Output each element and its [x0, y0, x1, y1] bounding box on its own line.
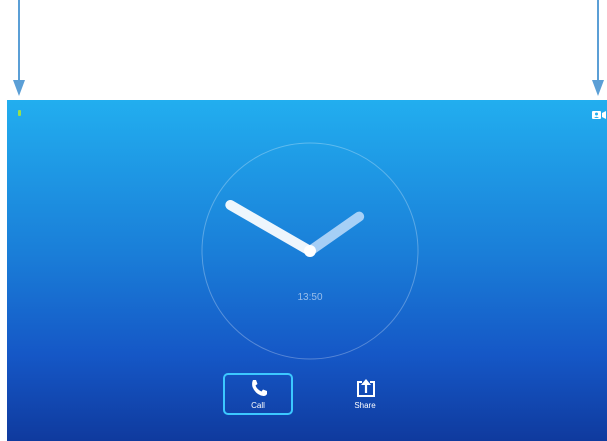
call-label: Call — [251, 401, 265, 410]
clock-center — [304, 245, 316, 257]
minute-hand — [225, 200, 315, 256]
share-icon — [357, 379, 375, 397]
clock-time-label: 13:50 — [297, 292, 323, 303]
hour-hand — [305, 211, 365, 256]
camera-icon — [592, 111, 606, 119]
share-label: Share — [354, 401, 376, 410]
callout-arrow-left — [13, 0, 25, 96]
analog-clock — [201, 142, 419, 360]
share-button[interactable]: Share — [330, 373, 400, 415]
page: 13:50 Call Share — [0, 0, 607, 441]
phone-icon — [252, 380, 267, 396]
status-indicator — [18, 110, 21, 116]
call-button[interactable]: Call — [223, 373, 293, 415]
callout-arrow-right — [592, 0, 604, 96]
home-screen: 13:50 Call Share — [7, 100, 607, 441]
